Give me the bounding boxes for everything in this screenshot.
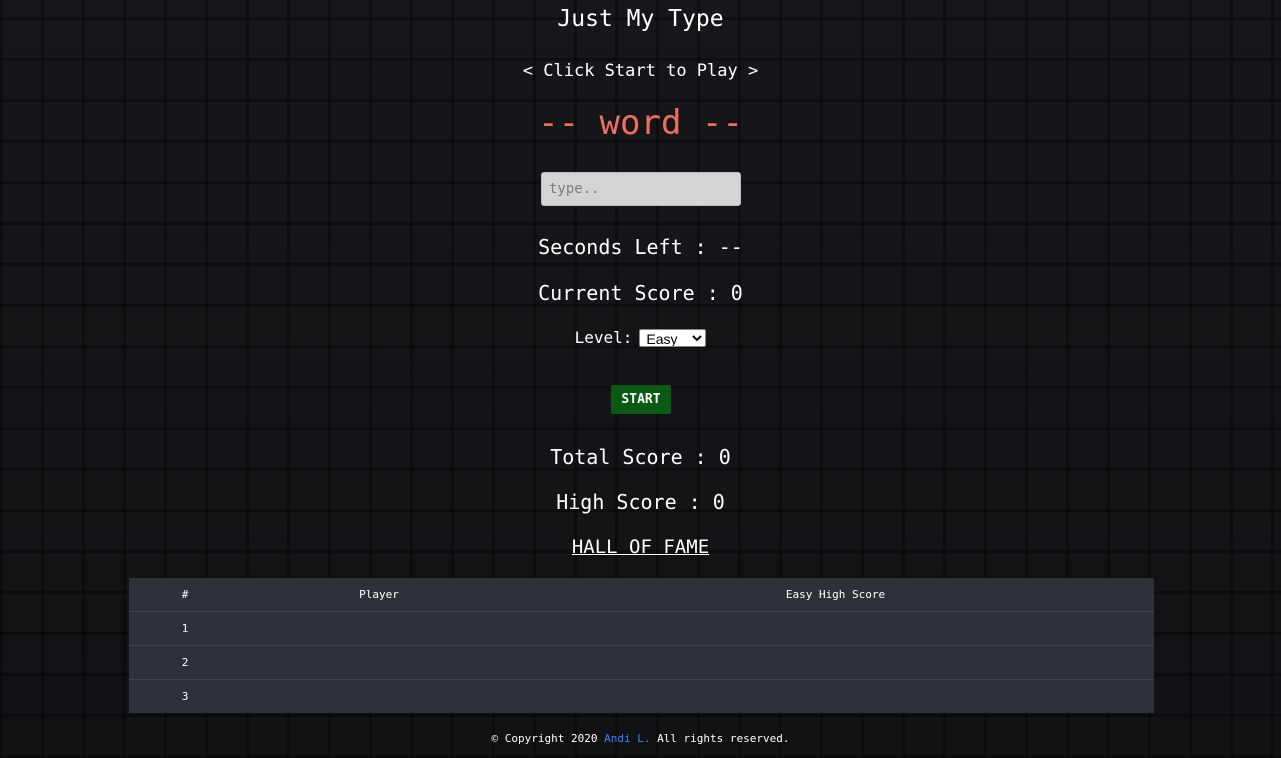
play-prompt: < Click Start to Play >	[522, 61, 759, 81]
table-header-row: # Player Easy High Score	[129, 578, 1154, 612]
footer-copyright: © Copyright 2020	[491, 732, 598, 745]
total-score: Total Score : 0	[550, 445, 731, 469]
table-row: 3	[129, 680, 1154, 713]
level-label: Level:	[574, 328, 633, 347]
current-word: -- word --	[538, 103, 743, 143]
typing-input[interactable]	[541, 172, 741, 206]
hall-of-fame-title: HALL OF FAME	[571, 536, 710, 558]
hall-of-fame-table: # Player Easy High Score 1 2 3	[129, 578, 1154, 713]
author-link[interactable]: Andi L.	[604, 732, 650, 745]
start-button[interactable]: START	[611, 385, 671, 414]
table-row: 2	[129, 646, 1154, 680]
row-rank: 3	[181, 690, 189, 703]
column-header-player: Player	[359, 588, 399, 601]
page-title: Just My Type	[557, 6, 724, 32]
level-row: Level: Easy	[0, 327, 1281, 349]
footer-rights: All rights reserved.	[657, 732, 790, 745]
column-header-score: Easy High Score	[785, 588, 886, 601]
table-row: 1	[129, 612, 1154, 646]
column-header-rank: #	[181, 588, 189, 601]
footer: © Copyright 2020 Andi L. All rights rese…	[0, 730, 1281, 748]
row-rank: 2	[181, 656, 189, 669]
level-select[interactable]: Easy	[639, 329, 707, 347]
current-score: Current Score : 0	[538, 281, 743, 305]
seconds-left: Seconds Left : --	[538, 235, 743, 259]
row-rank: 1	[181, 622, 189, 635]
high-score: High Score : 0	[556, 490, 725, 514]
